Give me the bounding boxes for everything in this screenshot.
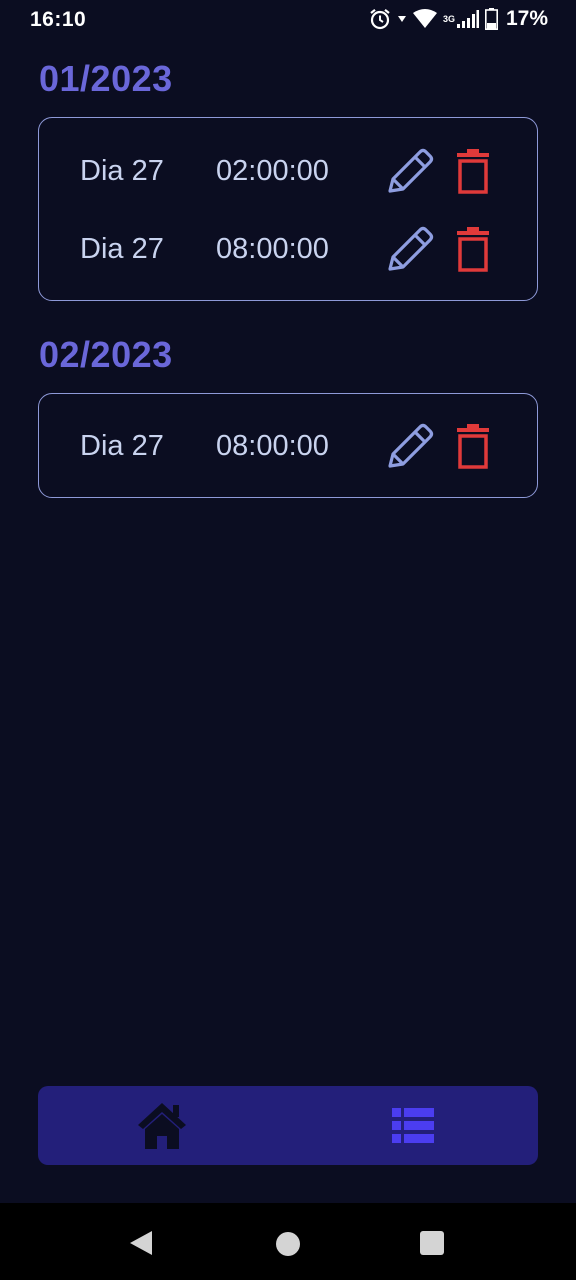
recent-apps-button[interactable] <box>420 1231 444 1255</box>
trash-icon <box>457 149 489 194</box>
back-triangle-icon <box>130 1231 152 1255</box>
status-icons: 3G 17% <box>369 7 548 31</box>
battery-icon <box>484 8 498 30</box>
entry-row: Dia 27 02:00:00 <box>39 142 537 202</box>
month-title: 02/2023 <box>39 334 173 375</box>
entry-day: Dia 27 <box>80 155 164 187</box>
signal-icon <box>456 10 479 28</box>
delete-button[interactable] <box>453 226 493 274</box>
home-icon <box>138 1103 186 1149</box>
entry-row: Dia 27 08:00:00 <box>39 220 537 280</box>
edit-button[interactable] <box>384 421 436 473</box>
entry-day: Dia 27 <box>80 430 164 462</box>
entry-time: 02:00:00 <box>216 155 329 187</box>
status-bar: 16:10 3G 17% <box>0 0 576 40</box>
edit-button[interactable] <box>384 224 436 276</box>
pencil-icon <box>388 226 434 271</box>
app-screen: 16:10 3G 17% 01/2023 Dia 27 02:00:00 Dia… <box>0 0 576 1280</box>
edit-button[interactable] <box>384 146 436 198</box>
entry-day: Dia 27 <box>80 233 164 265</box>
nav-home-button[interactable] <box>136 1101 188 1151</box>
month-title: 01/2023 <box>39 58 173 99</box>
back-button[interactable] <box>128 1229 154 1262</box>
delete-button[interactable] <box>453 423 493 471</box>
bottom-nav <box>38 1086 538 1165</box>
entry-row: Dia 27 08:00:00 <box>39 417 537 477</box>
nav-list-button[interactable] <box>392 1108 434 1144</box>
status-time: 16:10 <box>30 8 87 31</box>
wifi-icon <box>412 9 437 29</box>
month-card: Dia 27 08:00:00 <box>38 393 538 498</box>
trash-icon <box>457 424 489 469</box>
network-type-label: 3G <box>442 14 455 24</box>
battery-percentage: 17% <box>505 7 548 30</box>
entry-time: 08:00:00 <box>216 430 329 462</box>
pencil-icon <box>388 148 434 193</box>
data-arrow-icon <box>397 14 407 24</box>
month-card: Dia 27 02:00:00 Dia 27 08:00:00 <box>38 117 538 301</box>
pencil-icon <box>388 423 434 468</box>
trash-icon <box>457 227 489 272</box>
home-circle-button[interactable] <box>276 1232 300 1256</box>
system-nav-bar <box>0 1203 576 1280</box>
alarm-icon <box>369 8 391 30</box>
list-icon <box>392 1108 434 1143</box>
delete-button[interactable] <box>453 148 493 196</box>
entry-time: 08:00:00 <box>216 233 329 265</box>
